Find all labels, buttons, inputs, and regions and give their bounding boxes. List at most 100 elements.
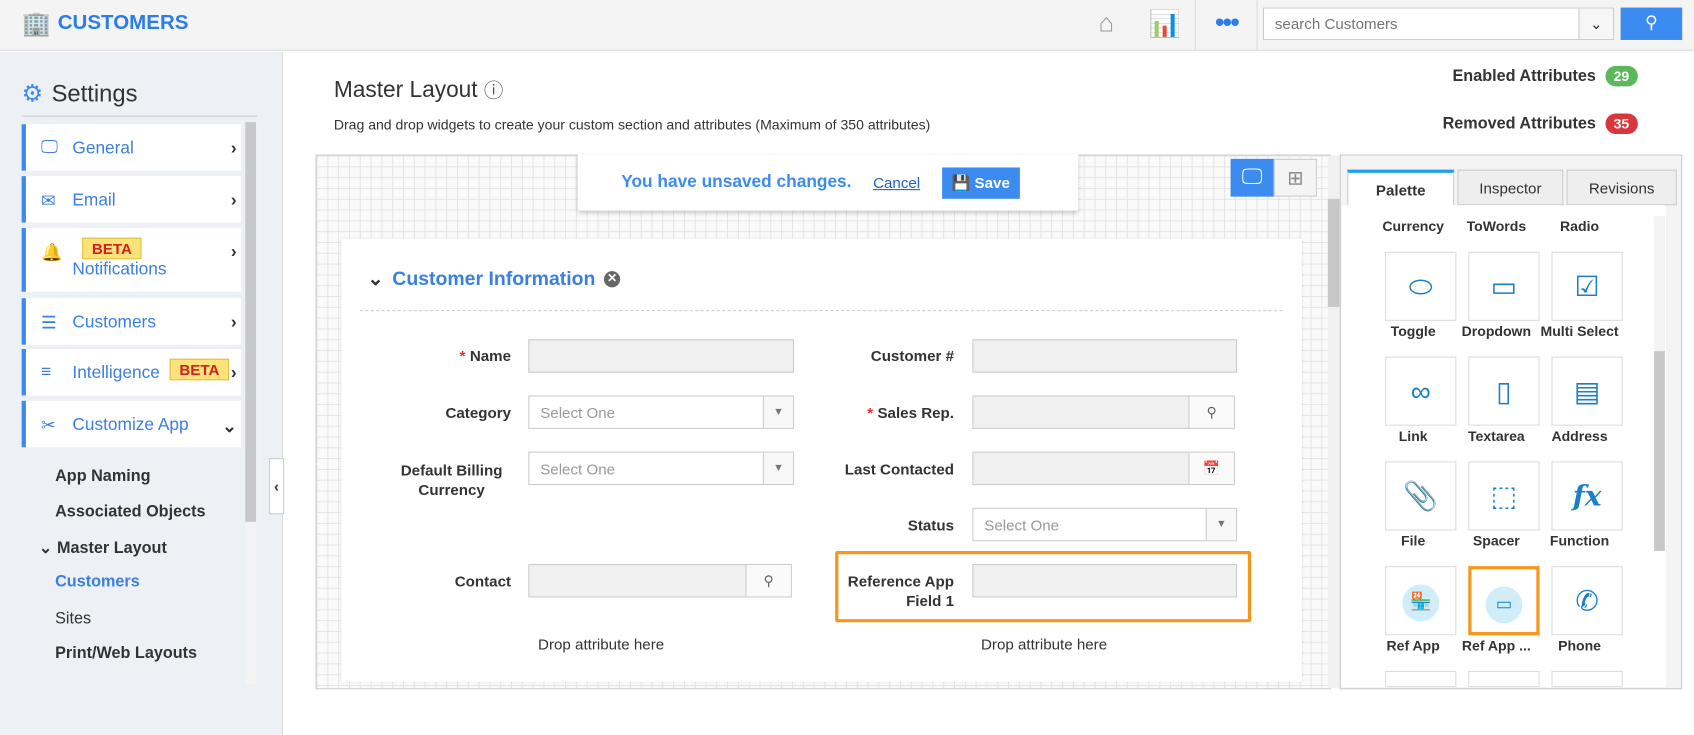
collapse-sidebar-button[interactable]: ‹ — [269, 458, 285, 515]
palette-widget-partial[interactable] — [1385, 670, 1457, 688]
sidebar-item-intelligence[interactable]: ≡ Intelligence BETA › — [21, 348, 241, 396]
sales-rep-field[interactable]: ⚲ — [972, 395, 1235, 429]
caret-down-icon: ▼ — [1205, 508, 1236, 541]
sub-item-customers[interactable]: Customers — [55, 573, 140, 591]
paperclip-icon: 📎 — [1403, 479, 1439, 513]
hierarchy-view-button[interactable]: ⊞ — [1273, 158, 1318, 197]
monitor-icon: 🖵 — [1241, 165, 1263, 190]
drop-zone-left[interactable]: Drop attribute here — [538, 635, 664, 652]
palette-widget-ref-app[interactable]: 🏪 — [1385, 566, 1457, 636]
search-box: ⌄ — [1262, 7, 1615, 40]
section-divider — [359, 310, 1283, 312]
palette-widget-dropdown[interactable]: ▭ — [1468, 251, 1540, 321]
divider — [21, 115, 258, 117]
ref-app-icon: 🏪 — [1402, 584, 1440, 622]
bell-icon: 🔔 — [41, 244, 63, 263]
unsaved-changes-bar: You have unsaved changes. Cancel 💾 Save — [578, 154, 1079, 211]
sub-item-print-web-layouts[interactable]: Print/Web Layouts — [55, 644, 197, 662]
removed-count-badge: 35 — [1604, 113, 1638, 134]
palette-widget-spacer[interactable]: ⬚ — [1468, 461, 1540, 531]
chevron-right-icon: › — [230, 139, 237, 158]
hierarchy-icon: ⊞ — [1287, 167, 1304, 190]
page-description: Drag and drop widgets to create your cus… — [333, 116, 931, 133]
search-icon[interactable]: ⚲ — [1188, 396, 1234, 428]
search-input[interactable] — [1264, 8, 1579, 39]
palette-widget-link[interactable]: ∞ — [1385, 356, 1457, 426]
palette-widget-multi-select[interactable]: ☑ — [1551, 251, 1623, 321]
category-label: Category — [445, 404, 512, 422]
beta-badge: BETA — [169, 358, 230, 381]
section-header[interactable]: ⌄ Customer Information ✕ — [367, 268, 621, 291]
palette-widget-label: Multi Select — [1540, 323, 1619, 340]
sidebar-item-customize-app[interactable]: ✂ Customize App ⌄ — [21, 400, 241, 448]
remove-section-icon[interactable]: ✕ — [604, 271, 621, 288]
last-contacted-label: Last Contacted — [844, 460, 954, 478]
sub-item-master-layout[interactable]: ⌄ Master Layout — [39, 538, 167, 557]
palette-widget-file[interactable]: 📎 — [1385, 461, 1457, 531]
desktop-view-button[interactable]: 🖵 — [1230, 158, 1274, 197]
page-title: Master Layout ⓘ — [333, 77, 504, 103]
status-select[interactable]: Select One ▼ — [972, 507, 1238, 542]
sub-item-sites[interactable]: Sites — [55, 609, 91, 627]
chart-icon[interactable]: 📊 — [1148, 9, 1181, 41]
customer-no-field[interactable] — [972, 339, 1238, 373]
palette-widget-ref-app[interactable]: ▭ — [1468, 566, 1540, 636]
contact-label: Contact — [454, 572, 512, 590]
calendar-icon[interactable]: 📅 — [1188, 452, 1234, 485]
beta-badge: BETA — [82, 237, 142, 260]
palette-widget-toggle[interactable]: ⬭ — [1385, 251, 1457, 321]
chevron-right-icon: › — [230, 364, 237, 383]
palette-widget-phone[interactable]: ✆ — [1551, 566, 1623, 636]
search-icon: ⚲ — [1645, 14, 1658, 33]
search-icon[interactable]: ⚲ — [745, 565, 791, 597]
palette-scroll-thumb[interactable] — [1654, 351, 1665, 552]
sidebar-scroll-thumb[interactable] — [245, 122, 257, 522]
search-button[interactable]: ⚲ — [1620, 7, 1683, 40]
tab-revisions[interactable]: Revisions — [1566, 169, 1677, 206]
category-select[interactable]: Select One ▼ — [528, 395, 795, 429]
enabled-count-badge: 29 — [1604, 65, 1638, 87]
status-label: Status — [907, 516, 954, 534]
sidebar-item-customers[interactable]: ☰ Customers › — [21, 298, 241, 345]
save-button[interactable]: 💾 Save — [941, 166, 1020, 199]
sidebar-item-email[interactable]: ✉ Email › — [21, 176, 241, 223]
settings-heading: ⚙ Settings — [21, 79, 138, 107]
contact-field[interactable]: ⚲ — [528, 563, 792, 598]
cancel-link[interactable]: Cancel — [873, 174, 920, 191]
drop-zone-right[interactable]: Drop attribute here — [981, 635, 1107, 652]
palette-widget-partial[interactable] — [1551, 670, 1623, 688]
info-icon[interactable]: ⓘ — [484, 80, 503, 102]
home-icon[interactable]: ⌂ — [1090, 9, 1122, 41]
customer-no-label: Customer # — [870, 346, 954, 365]
name-field[interactable] — [528, 339, 795, 373]
highlight-box — [835, 551, 1252, 623]
sub-item-app-naming[interactable]: App Naming — [55, 467, 150, 485]
chevron-right-icon: › — [230, 313, 237, 332]
function-icon: fx — [1572, 480, 1602, 514]
floppy-icon: 💾 — [951, 173, 975, 191]
tab-inspector[interactable]: Inspector — [1457, 169, 1564, 206]
palette-widget-textarea[interactable]: ▯ — [1468, 356, 1540, 426]
spacer-icon: ⬚ — [1490, 479, 1518, 513]
link-icon: ∞ — [1410, 374, 1431, 408]
chevron-down-icon: ⌄ — [38, 539, 57, 558]
tab-palette[interactable]: Palette — [1347, 169, 1455, 206]
enabled-attributes[interactable]: Enabled Attributes 29 — [1452, 65, 1638, 87]
palette-widget-function[interactable]: fx — [1551, 461, 1623, 531]
chevron-down-icon[interactable]: ⌄ — [1578, 8, 1614, 39]
building-icon: 🏢 — [21, 9, 52, 37]
palette-widget-partial[interactable] — [1468, 670, 1540, 688]
billing-currency-label: Default Billing Currency — [400, 461, 503, 499]
sidebar-item-notifications[interactable]: 🔔 BETA Notifications › — [21, 227, 241, 292]
more-dots-icon[interactable]: ••• — [1194, 0, 1258, 51]
caret-down-icon: ▼ — [762, 452, 794, 485]
last-contacted-field[interactable]: 📅 — [972, 451, 1235, 486]
sub-item-associated-objects[interactable]: Associated Objects — [55, 502, 205, 520]
sales-rep-label: * Sales Rep. — [867, 404, 954, 422]
app-brand[interactable]: 🏢 CUSTOMERS — [22, 10, 189, 38]
palette-widget-address[interactable]: ▤ — [1551, 356, 1623, 426]
sidebar-item-general[interactable]: 🖵 General › — [21, 124, 241, 171]
billing-currency-select[interactable]: Select One ▼ — [528, 451, 795, 486]
removed-attributes[interactable]: Removed Attributes 35 — [1443, 113, 1638, 134]
chevron-right-icon: › — [230, 191, 237, 210]
